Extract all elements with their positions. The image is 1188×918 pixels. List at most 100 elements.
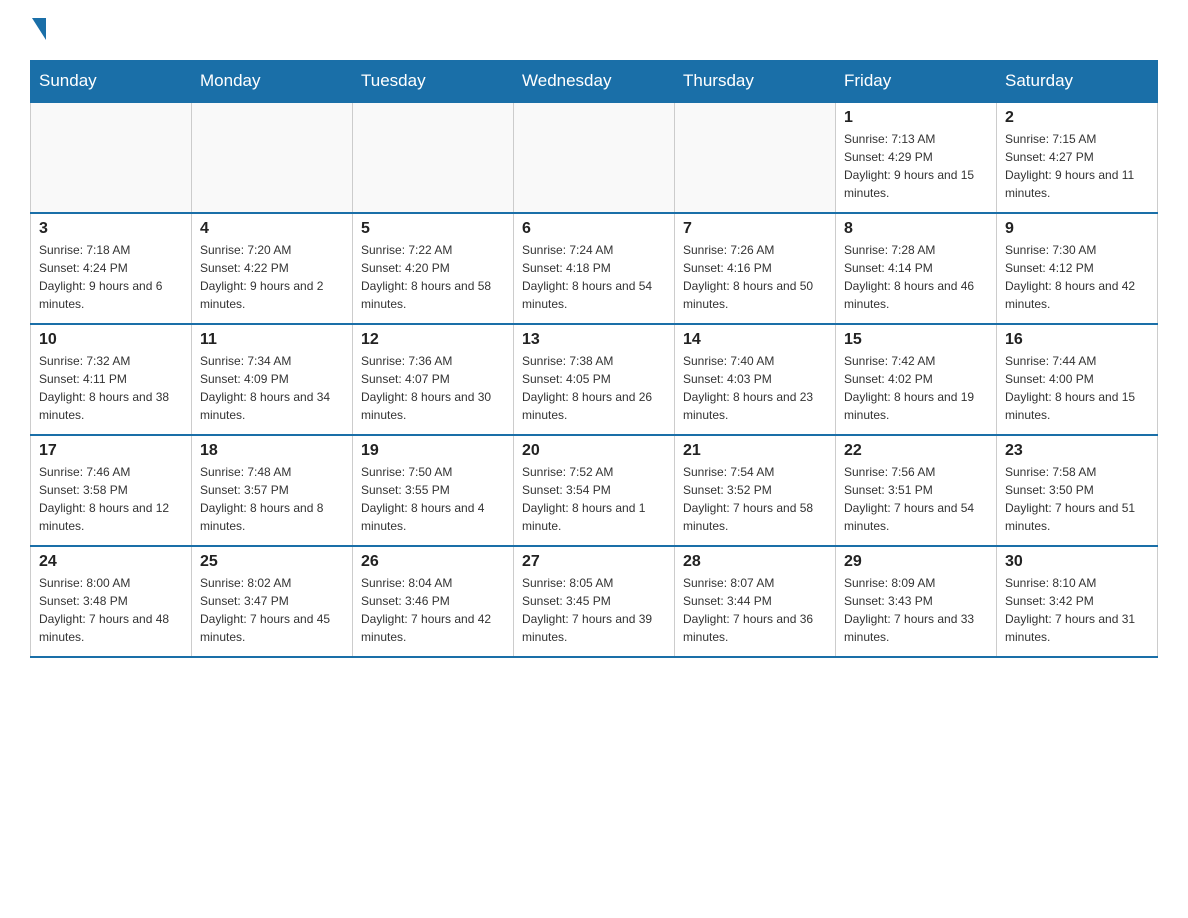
calendar-cell: 9 Sunrise: 7:30 AMSunset: 4:12 PMDaylight… (997, 213, 1158, 324)
day-header-monday: Monday (192, 61, 353, 103)
day-info: Sunrise: 7:18 AMSunset: 4:24 PMDaylight:… (39, 241, 183, 313)
day-info: Sunrise: 7:48 AMSunset: 3:57 PMDaylight:… (200, 463, 344, 535)
day-header-sunday: Sunday (31, 61, 192, 103)
day-number: 25 (200, 553, 344, 571)
calendar-cell: 19 Sunrise: 7:50 AMSunset: 3:55 PMDayligh… (353, 435, 514, 546)
calendar-cell: 12 Sunrise: 7:36 AMSunset: 4:07 PMDayligh… (353, 324, 514, 435)
day-number: 23 (1005, 442, 1149, 460)
day-info: Sunrise: 8:02 AMSunset: 3:47 PMDaylight:… (200, 574, 344, 646)
logo-triangle-icon (32, 18, 46, 40)
calendar-week-row: 3Sunrise: 7:18 AMSunset: 4:24 PMDaylight… (31, 213, 1158, 324)
day-number: 26 (361, 553, 505, 571)
day-number: 18 (200, 442, 344, 460)
day-number: 2 (1005, 109, 1149, 127)
day-info: Sunrise: 8:04 AMSunset: 3:46 PMDaylight:… (361, 574, 505, 646)
day-info: Sunrise: 7:20 AMSunset: 4:22 PMDaylight:… (200, 241, 344, 313)
calendar-week-row: 24 Sunrise: 8:00 AMSunset: 3:48 PMDayligh… (31, 546, 1158, 657)
calendar-cell: 27Sunrise: 8:05 AMSunset: 3:45 PMDayligh… (514, 546, 675, 657)
day-number: 15 (844, 331, 988, 349)
calendar-cell (31, 102, 192, 213)
day-number: 22 (844, 442, 988, 460)
calendar-week-row: 17 Sunrise: 7:46 AMSunset: 3:58 PMDayligh… (31, 435, 1158, 546)
calendar-cell (192, 102, 353, 213)
calendar-cell: 18 Sunrise: 7:48 AMSunset: 3:57 PMDayligh… (192, 435, 353, 546)
day-info: Sunrise: 7:22 AMSunset: 4:20 PMDaylight:… (361, 241, 505, 313)
day-info: Sunrise: 7:44 AMSunset: 4:00 PMDaylight:… (1005, 352, 1149, 424)
calendar-cell: 29 Sunrise: 8:09 AMSunset: 3:43 PMDayligh… (836, 546, 997, 657)
day-number: 16 (1005, 331, 1149, 349)
day-number: 29 (844, 553, 988, 571)
day-number: 21 (683, 442, 827, 460)
calendar-week-row: 1 Sunrise: 7:13 AMSunset: 4:29 PMDaylight… (31, 102, 1158, 213)
calendar-cell: 13 Sunrise: 7:38 AMSunset: 4:05 PMDayligh… (514, 324, 675, 435)
day-info: Sunrise: 8:10 AMSunset: 3:42 PMDaylight:… (1005, 574, 1149, 646)
day-header-wednesday: Wednesday (514, 61, 675, 103)
day-number: 7 (683, 220, 827, 238)
day-info: Sunrise: 7:50 AMSunset: 3:55 PMDaylight:… (361, 463, 505, 535)
calendar-cell: 8Sunrise: 7:28 AMSunset: 4:14 PMDaylight… (836, 213, 997, 324)
day-info: Sunrise: 7:46 AMSunset: 3:58 PMDaylight:… (39, 463, 183, 535)
calendar-cell (353, 102, 514, 213)
day-info: Sunrise: 7:13 AMSunset: 4:29 PMDaylight:… (844, 130, 988, 202)
day-info: Sunrise: 7:36 AMSunset: 4:07 PMDaylight:… (361, 352, 505, 424)
day-number: 12 (361, 331, 505, 349)
calendar-cell: 7 Sunrise: 7:26 AMSunset: 4:16 PMDaylight… (675, 213, 836, 324)
calendar-cell: 11 Sunrise: 7:34 AMSunset: 4:09 PMDayligh… (192, 324, 353, 435)
day-info: Sunrise: 8:07 AMSunset: 3:44 PMDaylight:… (683, 574, 827, 646)
day-number: 20 (522, 442, 666, 460)
day-number: 5 (361, 220, 505, 238)
day-info: Sunrise: 8:00 AMSunset: 3:48 PMDaylight:… (39, 574, 183, 646)
day-info: Sunrise: 7:40 AMSunset: 4:03 PMDaylight:… (683, 352, 827, 424)
day-number: 1 (844, 109, 988, 127)
day-info: Sunrise: 7:26 AMSunset: 4:16 PMDaylight:… (683, 241, 827, 313)
calendar-cell: 5 Sunrise: 7:22 AMSunset: 4:20 PMDaylight… (353, 213, 514, 324)
day-number: 30 (1005, 553, 1149, 571)
calendar-cell (675, 102, 836, 213)
calendar-cell: 20Sunrise: 7:52 AMSunset: 3:54 PMDayligh… (514, 435, 675, 546)
calendar-cell: 1 Sunrise: 7:13 AMSunset: 4:29 PMDaylight… (836, 102, 997, 213)
day-number: 11 (200, 331, 344, 349)
day-info: Sunrise: 7:56 AMSunset: 3:51 PMDaylight:… (844, 463, 988, 535)
day-info: Sunrise: 8:09 AMSunset: 3:43 PMDaylight:… (844, 574, 988, 646)
day-info: Sunrise: 7:34 AMSunset: 4:09 PMDaylight:… (200, 352, 344, 424)
calendar-cell: 30 Sunrise: 8:10 AMSunset: 3:42 PMDayligh… (997, 546, 1158, 657)
day-number: 6 (522, 220, 666, 238)
calendar-cell: 10 Sunrise: 7:32 AMSunset: 4:11 PMDayligh… (31, 324, 192, 435)
calendar-cell: 21Sunrise: 7:54 AMSunset: 3:52 PMDayligh… (675, 435, 836, 546)
day-number: 17 (39, 442, 183, 460)
calendar-cell: 2 Sunrise: 7:15 AMSunset: 4:27 PMDaylight… (997, 102, 1158, 213)
day-number: 4 (200, 220, 344, 238)
day-info: Sunrise: 7:42 AMSunset: 4:02 PMDaylight:… (844, 352, 988, 424)
calendar-cell: 17 Sunrise: 7:46 AMSunset: 3:58 PMDayligh… (31, 435, 192, 546)
day-number: 8 (844, 220, 988, 238)
day-number: 13 (522, 331, 666, 349)
day-number: 9 (1005, 220, 1149, 238)
day-number: 10 (39, 331, 183, 349)
calendar-header-row: SundayMondayTuesdayWednesdayThursdayFrid… (31, 61, 1158, 103)
day-info: Sunrise: 7:32 AMSunset: 4:11 PMDaylight:… (39, 352, 183, 424)
day-header-saturday: Saturday (997, 61, 1158, 103)
day-info: Sunrise: 7:30 AMSunset: 4:12 PMDaylight:… (1005, 241, 1149, 313)
calendar-cell: 16 Sunrise: 7:44 AMSunset: 4:00 PMDayligh… (997, 324, 1158, 435)
calendar-cell (514, 102, 675, 213)
logo (30, 20, 46, 40)
calendar-week-row: 10 Sunrise: 7:32 AMSunset: 4:11 PMDayligh… (31, 324, 1158, 435)
calendar-cell: 26 Sunrise: 8:04 AMSunset: 3:46 PMDayligh… (353, 546, 514, 657)
day-info: Sunrise: 7:38 AMSunset: 4:05 PMDaylight:… (522, 352, 666, 424)
calendar-table: SundayMondayTuesdayWednesdayThursdayFrid… (30, 60, 1158, 658)
day-number: 28 (683, 553, 827, 571)
day-number: 24 (39, 553, 183, 571)
day-info: Sunrise: 8:05 AMSunset: 3:45 PMDaylight:… (522, 574, 666, 646)
day-header-tuesday: Tuesday (353, 61, 514, 103)
day-header-thursday: Thursday (675, 61, 836, 103)
calendar-cell: 28 Sunrise: 8:07 AMSunset: 3:44 PMDayligh… (675, 546, 836, 657)
day-number: 19 (361, 442, 505, 460)
day-number: 14 (683, 331, 827, 349)
page-header (30, 20, 1158, 40)
calendar-cell: 4 Sunrise: 7:20 AMSunset: 4:22 PMDaylight… (192, 213, 353, 324)
calendar-cell: 3Sunrise: 7:18 AMSunset: 4:24 PMDaylight… (31, 213, 192, 324)
calendar-cell: 14 Sunrise: 7:40 AMSunset: 4:03 PMDayligh… (675, 324, 836, 435)
calendar-cell: 23Sunrise: 7:58 AMSunset: 3:50 PMDayligh… (997, 435, 1158, 546)
day-info: Sunrise: 7:15 AMSunset: 4:27 PMDaylight:… (1005, 130, 1149, 202)
calendar-cell: 6Sunrise: 7:24 AMSunset: 4:18 PMDaylight… (514, 213, 675, 324)
